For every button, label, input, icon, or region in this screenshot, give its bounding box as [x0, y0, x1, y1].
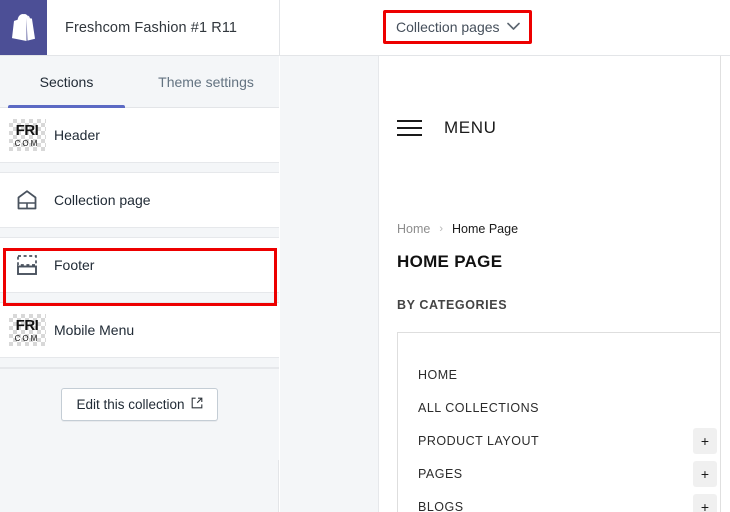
shopify-bag-icon[interactable]	[0, 0, 47, 55]
page-title: HOME PAGE	[397, 252, 503, 271]
sidebar-item-header-label: Header	[54, 127, 100, 143]
external-link-icon	[191, 397, 203, 412]
tab-sections[interactable]: Sections	[0, 56, 133, 108]
expand-plus-icon[interactable]: +	[693, 493, 717, 512]
store-title: Freshcom Fashion #1 R11	[65, 19, 238, 36]
preview-right-fill	[721, 56, 730, 512]
list-item[interactable]: PAGES +	[398, 457, 720, 490]
expand-plus-icon[interactable]: +	[693, 427, 717, 454]
logo-line1: FRI	[15, 121, 39, 139]
breadcrumb: Home › Home Page	[397, 222, 518, 236]
edit-this-collection-label: Edit this collection	[76, 397, 185, 412]
edit-this-collection-button[interactable]: Edit this collection	[61, 388, 218, 421]
sections-divider	[0, 358, 279, 368]
theme-editor-app: Freshcom Fashion #1 R11 Collection pages…	[0, 0, 730, 512]
breadcrumb-separator-icon: ›	[439, 223, 444, 235]
category-label: HOME	[418, 367, 458, 382]
sidebar-panel: Sections Theme settings FRI COM Header C…	[0, 56, 279, 512]
breadcrumb-home-link[interactable]: Home	[397, 222, 430, 236]
logo-line1: FRI	[15, 316, 39, 334]
topbar-divider	[279, 0, 280, 55]
page-selector-label: Collection pages	[396, 19, 500, 35]
sections-list: FRI COM Header Collection page Footer FR…	[0, 108, 279, 368]
list-item[interactable]: HOME	[398, 358, 720, 391]
sidebar-item-collection-page[interactable]: Collection page	[0, 173, 279, 228]
category-label: PRODUCT LAYOUT	[418, 433, 540, 448]
page-selector-dropdown[interactable]: Collection pages	[383, 10, 532, 44]
chevron-down-icon	[506, 18, 520, 36]
footer-layout-icon	[0, 254, 54, 276]
sidebar-item-mobile-menu-label: Mobile Menu	[54, 322, 135, 338]
preview-menu-label: MENU	[444, 118, 497, 137]
sidebar-item-header[interactable]: FRI COM Header	[0, 108, 279, 163]
sidebar-item-footer[interactable]: Footer	[0, 238, 279, 293]
categories-heading: BY CATEGORIES	[397, 298, 508, 312]
tab-theme-settings-label: Theme settings	[158, 74, 254, 90]
collection-shop-icon	[0, 188, 54, 212]
mobile-menu-logo-thumbnail-icon: FRI COM	[0, 314, 54, 346]
sidebar-item-mobile-menu[interactable]: FRI COM Mobile Menu	[0, 303, 279, 358]
logo-line2: COM	[14, 333, 40, 343]
sidebar-item-footer-label: Footer	[54, 257, 95, 273]
list-item[interactable]: ALL COLLECTIONS	[398, 391, 720, 424]
breadcrumb-current: Home Page	[452, 222, 519, 236]
tab-sections-label: Sections	[39, 74, 94, 90]
category-label: BLOGS	[418, 499, 464, 512]
sidebar-tabs: Sections Theme settings	[0, 56, 279, 108]
preview-menu-bar: MENU	[397, 118, 496, 138]
category-label: ALL COLLECTIONS	[418, 400, 539, 415]
list-item[interactable]: PRODUCT LAYOUT +	[398, 424, 720, 457]
hamburger-menu-icon[interactable]	[397, 120, 422, 136]
list-item[interactable]: BLOGS +	[398, 490, 720, 512]
sections-divider	[0, 293, 279, 303]
logo-line2: COM	[14, 138, 40, 148]
sections-divider	[0, 228, 279, 238]
header-logo-thumbnail-icon: FRI COM	[0, 119, 54, 151]
tab-theme-settings[interactable]: Theme settings	[133, 56, 279, 108]
sections-divider	[0, 163, 279, 173]
sidebar-item-collection-page-label: Collection page	[54, 192, 151, 208]
categories-list-box: HOME ALL COLLECTIONS PRODUCT LAYOUT + PA…	[397, 332, 720, 512]
category-label: PAGES	[418, 466, 463, 481]
expand-plus-icon[interactable]: +	[693, 460, 717, 487]
storefront-preview[interactable]: MENU Home › Home Page HOME PAGE BY CATEG…	[378, 56, 721, 512]
edit-collection-area: Edit this collection	[0, 368, 279, 460]
top-bar: Freshcom Fashion #1 R11 Collection pages	[0, 0, 730, 56]
